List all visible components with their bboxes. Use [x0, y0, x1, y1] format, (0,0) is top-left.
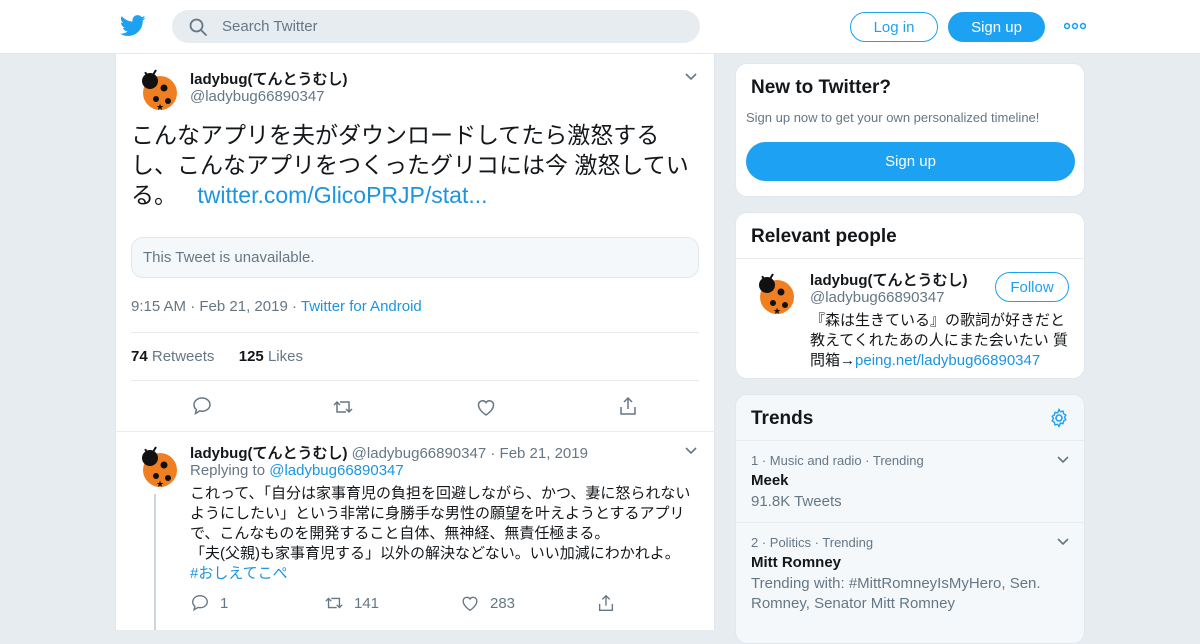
retweets-label[interactable]: Retweets: [152, 348, 215, 365]
reply-line-1: これって、「自分は家事育児の負担を回避しながら、かつ、妻に怒られないようにしたい…: [190, 485, 691, 542]
replying-to-handle[interactable]: @ladybug66890347: [269, 462, 404, 479]
svg-text:★: ★: [773, 307, 781, 316]
tweet-time: 9:15 AM: [131, 298, 187, 315]
author-name[interactable]: ladybug(てんとうむし): [190, 68, 348, 89]
like-icon[interactable]: [475, 396, 497, 418]
search-input[interactable]: [222, 10, 682, 43]
reply-line-2: 「夫(父親)も家事育児する」以外の解決などない。いい加減にわかれよ。: [190, 545, 680, 562]
reply-header: ladybug(てんとうむし) @ladybug66890347 · Feb 2…: [190, 445, 588, 462]
divider: [736, 522, 1084, 523]
search-bar[interactable]: [172, 10, 700, 43]
trend-tweet-count: 91.8K Tweets: [751, 493, 842, 510]
person-handle[interactable]: @ladybug66890347: [810, 289, 945, 306]
trend-context: Trending with: #MittRomneyIsMyHero, Sen.…: [751, 575, 1041, 612]
svg-text:★: ★: [156, 480, 164, 489]
tweet-metadata: 9:15 AM · Feb 21, 2019 · Twitter for And…: [131, 298, 422, 315]
like-icon: [462, 596, 478, 612]
hashtag-link[interactable]: #おしえてこぺ: [190, 565, 288, 582]
trend-meta: 1 · Music and radio · Trending: [751, 453, 924, 468]
divider: [736, 440, 1084, 441]
quoted-tweet-unavailable: This Tweet is unavailable.: [131, 237, 699, 278]
retweet-count: 141: [354, 594, 380, 612]
login-button[interactable]: Log in: [850, 12, 938, 42]
signup-card: New to Twitter? Sign up now to get your …: [735, 63, 1085, 197]
signup-card-subtitle: Sign up now to get your own personalized…: [746, 110, 1040, 125]
avatar[interactable]: ★: [136, 445, 180, 489]
reply-text: これって、「自分は家事育児の負担を回避しながら、かつ、妻に怒られないようにしたい…: [190, 484, 700, 584]
person-bio-link[interactable]: peing.net/ladybug66890347: [855, 352, 1040, 369]
retweet-icon[interactable]: [332, 396, 354, 418]
tweet-source-link[interactable]: Twitter for Android: [301, 298, 422, 315]
sidebar-signup-button[interactable]: Sign up: [746, 142, 1075, 181]
trend-name: Mitt Romney: [751, 554, 841, 571]
trend-meta: 2 · Politics · Trending: [751, 535, 874, 550]
replying-to-label: Replying to: [190, 462, 266, 479]
share-icon[interactable]: [617, 395, 639, 417]
signup-button[interactable]: Sign up: [948, 12, 1045, 42]
signup-card-title: New to Twitter?: [751, 77, 892, 98]
tweet-link[interactable]: twitter.com/GlicoPRJP/stat...: [197, 182, 487, 208]
search-icon: [189, 18, 207, 36]
trends-title: Trends: [751, 408, 814, 429]
share-icon: [598, 594, 614, 611]
avatar[interactable]: ★: [136, 68, 180, 112]
more-dots-icon[interactable]: [1064, 18, 1086, 34]
retweets-count[interactable]: 74: [131, 348, 148, 365]
retweet-icon: [325, 597, 343, 609]
reply-retweet-action[interactable]: 141: [324, 593, 379, 613]
reply-author-name[interactable]: ladybug(てんとうむし): [190, 445, 348, 462]
ladybug-avatar-icon: ★: [142, 69, 177, 112]
trend-name: Meek: [751, 472, 789, 489]
reply-like-action[interactable]: 283: [460, 593, 515, 613]
reply-date[interactable]: Feb 21, 2019: [500, 445, 588, 462]
likes-count[interactable]: 125: [239, 348, 264, 365]
gear-icon[interactable]: [1049, 408, 1069, 428]
chevron-down-icon[interactable]: [684, 446, 698, 456]
author-handle[interactable]: @ladybug66890347: [190, 88, 325, 105]
reply-share-action[interactable]: [596, 593, 616, 613]
tweet-date: Feb 21, 2019: [199, 298, 288, 315]
reply-reply-action[interactable]: 1: [190, 593, 228, 613]
follow-button[interactable]: Follow: [995, 272, 1069, 302]
tweet-column: ★ ladybug(てんとうむし) @ladybug66890347 こんなアプ…: [115, 54, 715, 630]
chevron-down-icon[interactable]: [684, 72, 698, 82]
reply-count: 1: [220, 594, 229, 612]
trends-card: Trends 1 · Music and radio · Trending Me…: [735, 394, 1085, 644]
avatar[interactable]: ★: [753, 272, 797, 316]
tweet-stats: 74 Retweets 125 Likes: [131, 348, 303, 365]
relevant-people-card: Relevant people ★ ladybug(てんとうむし) @ladyb…: [735, 212, 1085, 379]
divider: [131, 332, 699, 333]
divider: [116, 431, 714, 432]
chevron-down-icon[interactable]: [1056, 537, 1070, 547]
thread-line: [154, 494, 156, 630]
like-count: 283: [490, 594, 516, 612]
ladybug-avatar-icon: ★: [759, 273, 794, 316]
divider: [131, 380, 699, 381]
person-bio: 『森は生きている』の歌詞が好きだと教えてくれたあの人にまた会いたい 質問箱→pe…: [810, 311, 1072, 371]
tweet-text: こんなアプリを夫がダウンロードしてたら激怒するし、こんなアプリをつくったグリコに…: [131, 120, 701, 210]
svg-text:★: ★: [156, 103, 164, 112]
replying-to: Replying to @ladybug66890347: [190, 462, 404, 479]
likes-label[interactable]: Likes: [268, 348, 303, 365]
relevant-people-title: Relevant people: [751, 226, 897, 247]
top-navigation-bar: Log in Sign up: [0, 0, 1200, 54]
reply-icon: [192, 595, 208, 612]
chevron-down-icon[interactable]: [1056, 455, 1070, 465]
reply-icon[interactable]: [191, 395, 213, 417]
divider: [736, 258, 1084, 259]
ladybug-avatar-icon: ★: [142, 446, 177, 489]
person-name[interactable]: ladybug(てんとうむし): [810, 269, 968, 290]
reply-author-handle[interactable]: @ladybug66890347: [352, 445, 487, 462]
twitter-bird-icon[interactable]: [120, 14, 146, 38]
